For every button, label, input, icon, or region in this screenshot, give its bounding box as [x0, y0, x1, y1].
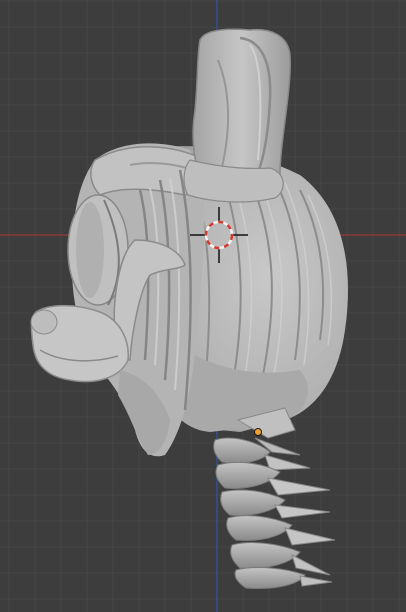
nose-tip: [30, 309, 58, 335]
eye-lid: [76, 202, 104, 298]
object-origin-point[interactable]: [254, 428, 262, 436]
3d-viewport[interactable]: [0, 0, 406, 612]
